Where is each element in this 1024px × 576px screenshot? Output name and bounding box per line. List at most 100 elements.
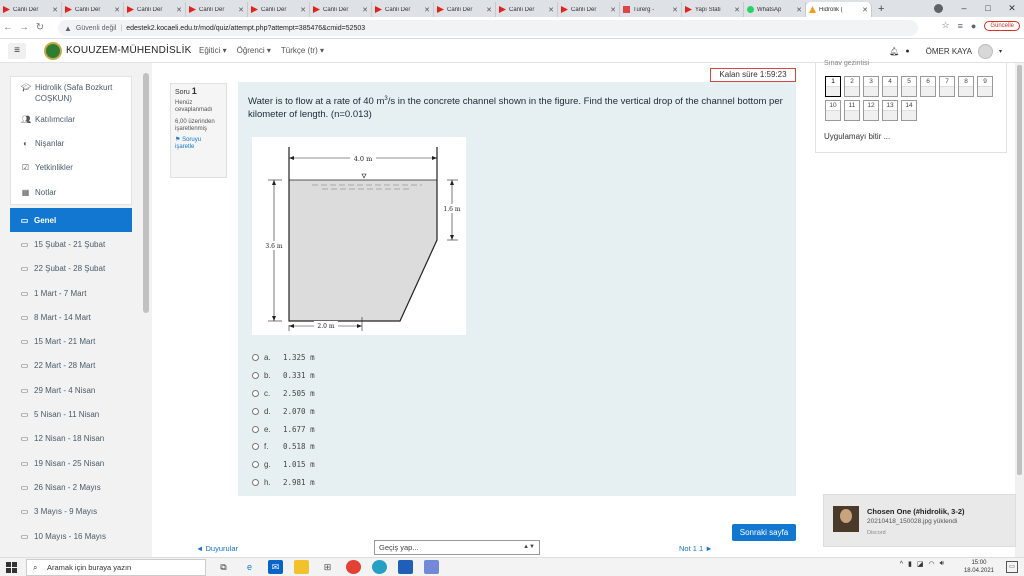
network-icon[interactable]: ◪ xyxy=(917,560,924,568)
file-explorer-icon[interactable] xyxy=(294,560,309,574)
sidebar-item-section[interactable]: ▭ 26 Nisan - 2 Mayıs xyxy=(10,475,132,499)
close-tab-icon[interactable]: ✕ xyxy=(362,6,368,14)
update-button[interactable]: Güncelle xyxy=(984,20,1020,31)
sidebar-item-section[interactable]: ▭ 8 Mart - 14 Mart xyxy=(10,305,132,329)
answer-radio[interactable] xyxy=(252,354,259,362)
next-page-button[interactable]: Sonraki sayfa xyxy=(732,524,796,541)
answer-option[interactable]: b. 0.331 m xyxy=(252,367,552,385)
close-tab-icon[interactable]: ✕ xyxy=(796,6,802,14)
finish-attempt-link[interactable]: Uygulamayı bitir ... xyxy=(824,132,890,141)
url-input[interactable]: ▲ Güvenli değil | edestek2.kocaeli.edu.t… xyxy=(58,20,918,36)
volume-icon[interactable]: 🔊︎ xyxy=(940,560,944,568)
close-window-icon[interactable]: ✕ xyxy=(1000,0,1024,17)
menu-toggle-icon[interactable]: ≡ xyxy=(8,43,26,59)
answer-radio[interactable] xyxy=(252,478,259,486)
forward-icon[interactable]: → xyxy=(16,22,32,33)
browser-tab[interactable]: Canlı Der ✕ xyxy=(434,2,496,17)
jump-to-select[interactable]: Geçiş yap... ▲▼ xyxy=(374,540,540,555)
close-tab-icon[interactable]: ✕ xyxy=(424,6,430,14)
browser-tab[interactable]: Hidrolik (✕ xyxy=(806,2,872,17)
sidebar-item-section[interactable]: ▭ 3 Mayıs - 9 Mayıs xyxy=(10,500,132,524)
sidebar-item-section[interactable]: ▭ 19 Nisan - 25 Nisan xyxy=(10,451,132,475)
close-tab-icon[interactable]: ✕ xyxy=(486,6,492,14)
sidebar-item-section[interactable]: ▭ 22 Mart - 28 Mart xyxy=(10,354,132,378)
page-scrollbar-thumb[interactable] xyxy=(1017,65,1022,475)
answer-radio[interactable] xyxy=(252,389,259,397)
back-icon[interactable]: ← xyxy=(0,22,16,33)
store-icon[interactable]: ⊞ xyxy=(320,560,335,574)
page-scrollbar[interactable] xyxy=(1015,63,1024,557)
answer-option[interactable]: g. 1.015 m xyxy=(252,456,552,474)
nav-menu-item[interactable]: Türkçe (tr) ▾ xyxy=(281,46,324,55)
sidebar-item-course[interactable]: 🎓︎ Hidrolik (Safa Bozkurt COŞKUN) xyxy=(11,77,131,107)
quiz-nav-question-button[interactable]: 13 xyxy=(882,100,898,121)
user-name[interactable]: ÖMER KAYA xyxy=(926,47,972,56)
quiz-nav-question-button[interactable]: 6 xyxy=(920,76,936,97)
previous-activity-link[interactable]: ◄ Duyurular xyxy=(196,544,238,553)
quiz-nav-question-button[interactable]: 2 xyxy=(844,76,860,97)
quiz-nav-question-button[interactable]: 9 xyxy=(977,76,993,97)
quiz-nav-question-button[interactable]: 12 xyxy=(863,100,879,121)
drawer-scrollbar[interactable] xyxy=(143,73,149,313)
browser-tab[interactable]: Canlı Der ✕ xyxy=(558,2,620,17)
battery-icon[interactable]: ▮ xyxy=(908,560,912,568)
close-tab-icon[interactable]: ✕ xyxy=(672,6,678,14)
browser-tab[interactable]: Canlı Der ✕ xyxy=(62,2,124,17)
notification-bell-icon[interactable]: 🔔︎ xyxy=(889,47,899,56)
taskbar-search-input[interactable]: ⌕ Aramak için buraya yazın xyxy=(26,559,206,576)
answer-radio[interactable] xyxy=(252,425,259,433)
task-view-icon[interactable]: ⧉ xyxy=(216,560,231,574)
close-tab-icon[interactable]: ✕ xyxy=(300,6,306,14)
answer-option[interactable]: c. 2.505 m xyxy=(252,385,552,403)
nav-menu-item[interactable]: Öğrenci ▾ xyxy=(237,46,271,55)
sidebar-item-section[interactable]: ▭ Genel xyxy=(10,208,132,233)
taskbar-clock[interactable]: 15:00 18.04.2021 xyxy=(964,559,994,575)
quiz-nav-question-button[interactable]: 3 xyxy=(863,76,879,97)
browser-tab[interactable]: Canlı Der ✕ xyxy=(0,2,62,17)
sidebar-item-participants[interactable]: 👥︎ Katılımcılar xyxy=(11,107,131,131)
next-activity-link[interactable]: Not 1 1 ► xyxy=(679,544,713,553)
avatar[interactable] xyxy=(977,44,993,59)
reload-icon[interactable]: ↻ xyxy=(32,22,48,33)
browser-profile-icon[interactable] xyxy=(934,4,943,13)
mail-icon[interactable]: ✉ xyxy=(268,560,283,574)
sidebar-item-section[interactable]: ▭ 15 Mart - 21 Mart xyxy=(10,329,132,353)
answer-radio[interactable] xyxy=(252,461,259,469)
browser-tab[interactable]: Canlı Der ✕ xyxy=(372,2,434,17)
quiz-nav-question-button[interactable]: 7 xyxy=(939,76,955,97)
sidebar-item-section[interactable]: ▭ 22 Şubat - 28 Şubat xyxy=(10,257,132,281)
answer-option[interactable]: h. 2.981 m xyxy=(252,474,552,492)
sidebar-item-badges[interactable]: ◐ Nişanlar xyxy=(11,131,131,155)
sidebar-item-section[interactable]: ▭ 15 Şubat - 21 Şubat xyxy=(10,232,132,256)
sidebar-item-section[interactable]: ▭ 29 Mart - 4 Nisan xyxy=(10,378,132,402)
windows-start-icon[interactable] xyxy=(6,562,17,573)
account-icon[interactable]: ● xyxy=(971,21,976,31)
answer-radio[interactable] xyxy=(252,443,259,451)
close-tab-icon[interactable]: ✕ xyxy=(610,6,616,14)
quiz-nav-question-button[interactable]: 8 xyxy=(958,76,974,97)
answer-option[interactable]: f. 0.518 m xyxy=(252,438,552,456)
sidebar-item-section[interactable]: ▭ 12 Nisan - 18 Nisan xyxy=(10,427,132,451)
browser-tab[interactable]: Turerg - ✕ xyxy=(620,2,682,17)
site-logo[interactable] xyxy=(44,42,62,60)
browser-tab[interactable]: Canlı Der ✕ xyxy=(496,2,558,17)
browser-tab[interactable]: Canlı Der ✕ xyxy=(124,2,186,17)
answer-option[interactable]: e. 1.677 m xyxy=(252,420,552,438)
quiz-nav-question-button[interactable]: 10 xyxy=(825,100,841,121)
new-tab-button[interactable]: + xyxy=(878,2,884,17)
minimize-icon[interactable]: – xyxy=(952,0,976,17)
discord-icon[interactable] xyxy=(424,560,439,574)
edge-icon[interactable]: e xyxy=(242,560,257,574)
close-tab-icon[interactable]: ✕ xyxy=(548,6,554,14)
star-icon[interactable]: ☆ xyxy=(942,20,950,31)
close-tab-icon[interactable]: ✕ xyxy=(734,6,740,14)
quiz-nav-question-button[interactable]: 11 xyxy=(844,100,860,121)
sidebar-item-section[interactable]: ▭ 1 Mart - 7 Mart xyxy=(10,281,132,305)
answer-option[interactable]: a. 1.325 m xyxy=(252,349,552,367)
quiz-nav-question-button[interactable]: 14 xyxy=(901,100,917,121)
maximize-icon[interactable]: □ xyxy=(976,0,1000,17)
nav-menu-item[interactable]: Eğitici ▾ xyxy=(199,46,227,55)
wifi-icon[interactable]: ◠ xyxy=(928,560,934,568)
answer-radio[interactable] xyxy=(252,372,259,380)
chrome-icon[interactable] xyxy=(346,560,361,574)
